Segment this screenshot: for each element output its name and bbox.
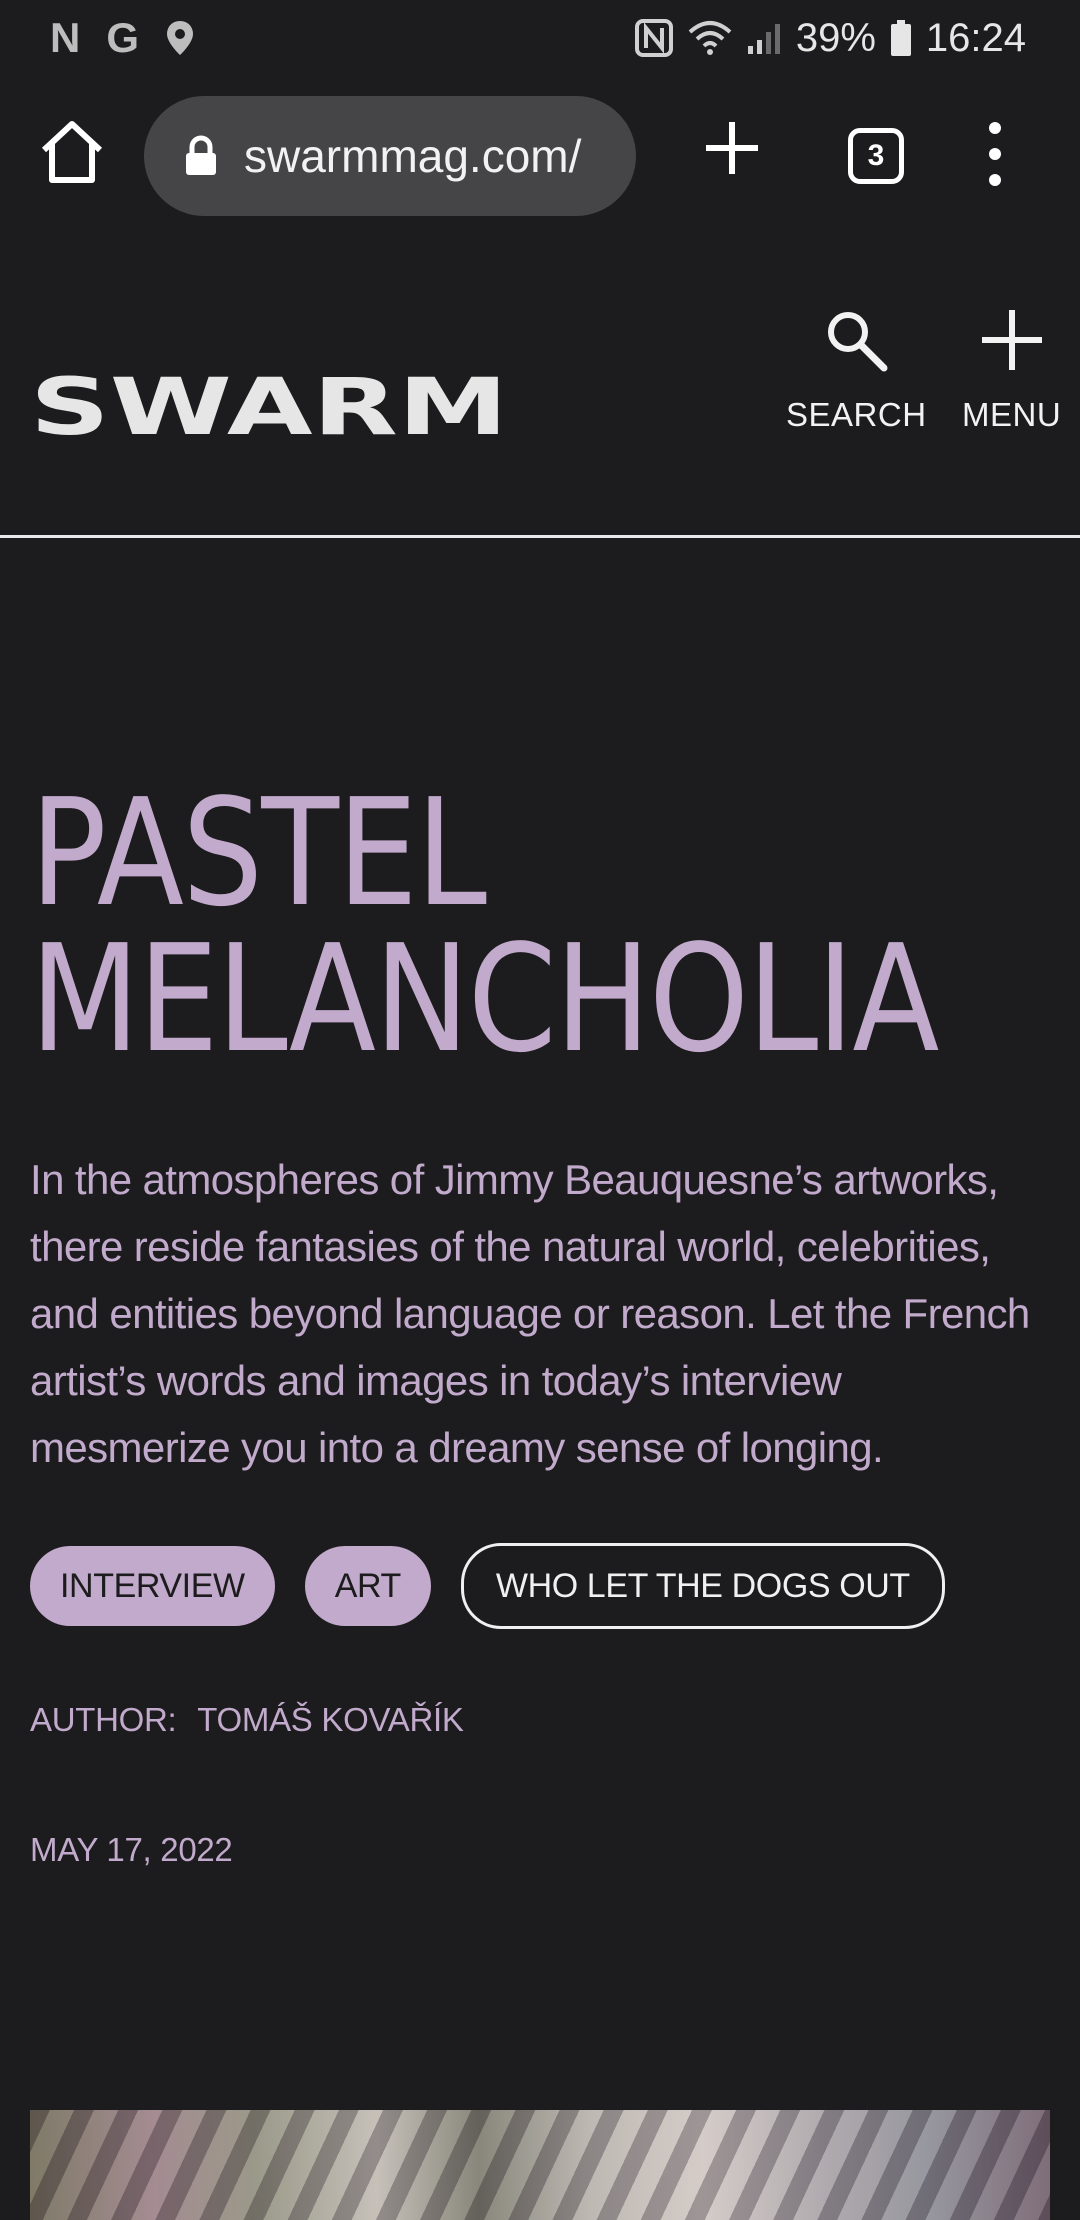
tag-interview[interactable]: INTERVIEW bbox=[30, 1546, 275, 1626]
lock-icon bbox=[186, 135, 216, 175]
status-left: N G bbox=[50, 14, 195, 62]
article: PASTEL MELANCHOLIA In the atmospheres of… bbox=[30, 538, 1050, 1869]
publish-date: MAY 17, 2022 bbox=[30, 1831, 233, 1868]
battery-percent: 39% bbox=[795, 15, 876, 60]
new-tab-icon[interactable] bbox=[700, 116, 764, 180]
hero-artwork-image bbox=[30, 2110, 1050, 2220]
tab-count: 3 bbox=[867, 139, 885, 172]
search-label: SEARCH bbox=[786, 396, 927, 433]
tag-list: INTERVIEW ART WHO LET THE DOGS OUT bbox=[30, 1543, 1050, 1629]
location-pin-icon bbox=[167, 21, 194, 55]
article-lede: In the atmospheres of Jimmy Beauquesne’s… bbox=[30, 1156, 1030, 1471]
tag-art[interactable]: ART bbox=[304, 1546, 431, 1626]
more-options-icon[interactable] bbox=[980, 118, 1010, 190]
swarm-logo[interactable]: SWARM bbox=[30, 374, 510, 440]
menu-label: MENU bbox=[962, 396, 1062, 433]
author-link[interactable]: TOMÁŠ KOVAŘÍK bbox=[197, 1701, 464, 1738]
google-notification-icon: G bbox=[106, 14, 140, 61]
menu-button[interactable]: MENU bbox=[962, 308, 1061, 434]
wifi-icon bbox=[688, 21, 732, 55]
tab-switcher-button[interactable]: 3 bbox=[848, 128, 904, 184]
battery-icon bbox=[890, 20, 911, 56]
search-button[interactable]: SEARCH bbox=[786, 308, 927, 434]
plus-icon bbox=[981, 310, 1042, 370]
clock: 16:24 bbox=[925, 15, 1026, 60]
home-icon[interactable] bbox=[38, 118, 106, 186]
nfc-icon bbox=[634, 19, 673, 57]
status-right: 39% 16:24 bbox=[634, 16, 1026, 61]
status-bar: N G 39% 16:24 bbox=[0, 0, 1080, 76]
author-label: AUTHOR: bbox=[30, 1701, 177, 1738]
search-icon bbox=[828, 312, 888, 372]
url-text: swarmmag.com/ bbox=[244, 130, 582, 182]
svg-text:SWARM: SWARM bbox=[30, 374, 508, 440]
address-bar[interactable]: swarmmag.com/ bbox=[144, 96, 636, 216]
site-header: SWARM SEARCH MENU bbox=[0, 224, 1080, 538]
nfc-notification-icon: N bbox=[50, 14, 81, 61]
article-title: PASTEL MELANCHOLIA bbox=[30, 767, 939, 1085]
signal-icon bbox=[747, 24, 780, 54]
author-line: AUTHOR: TOMÁŠ KOVAŘÍK bbox=[30, 1701, 1050, 1739]
tag-who-let-the-dogs-out[interactable]: WHO LET THE DOGS OUT bbox=[460, 1543, 945, 1629]
browser-toolbar: swarmmag.com/ 3 bbox=[0, 90, 1080, 224]
